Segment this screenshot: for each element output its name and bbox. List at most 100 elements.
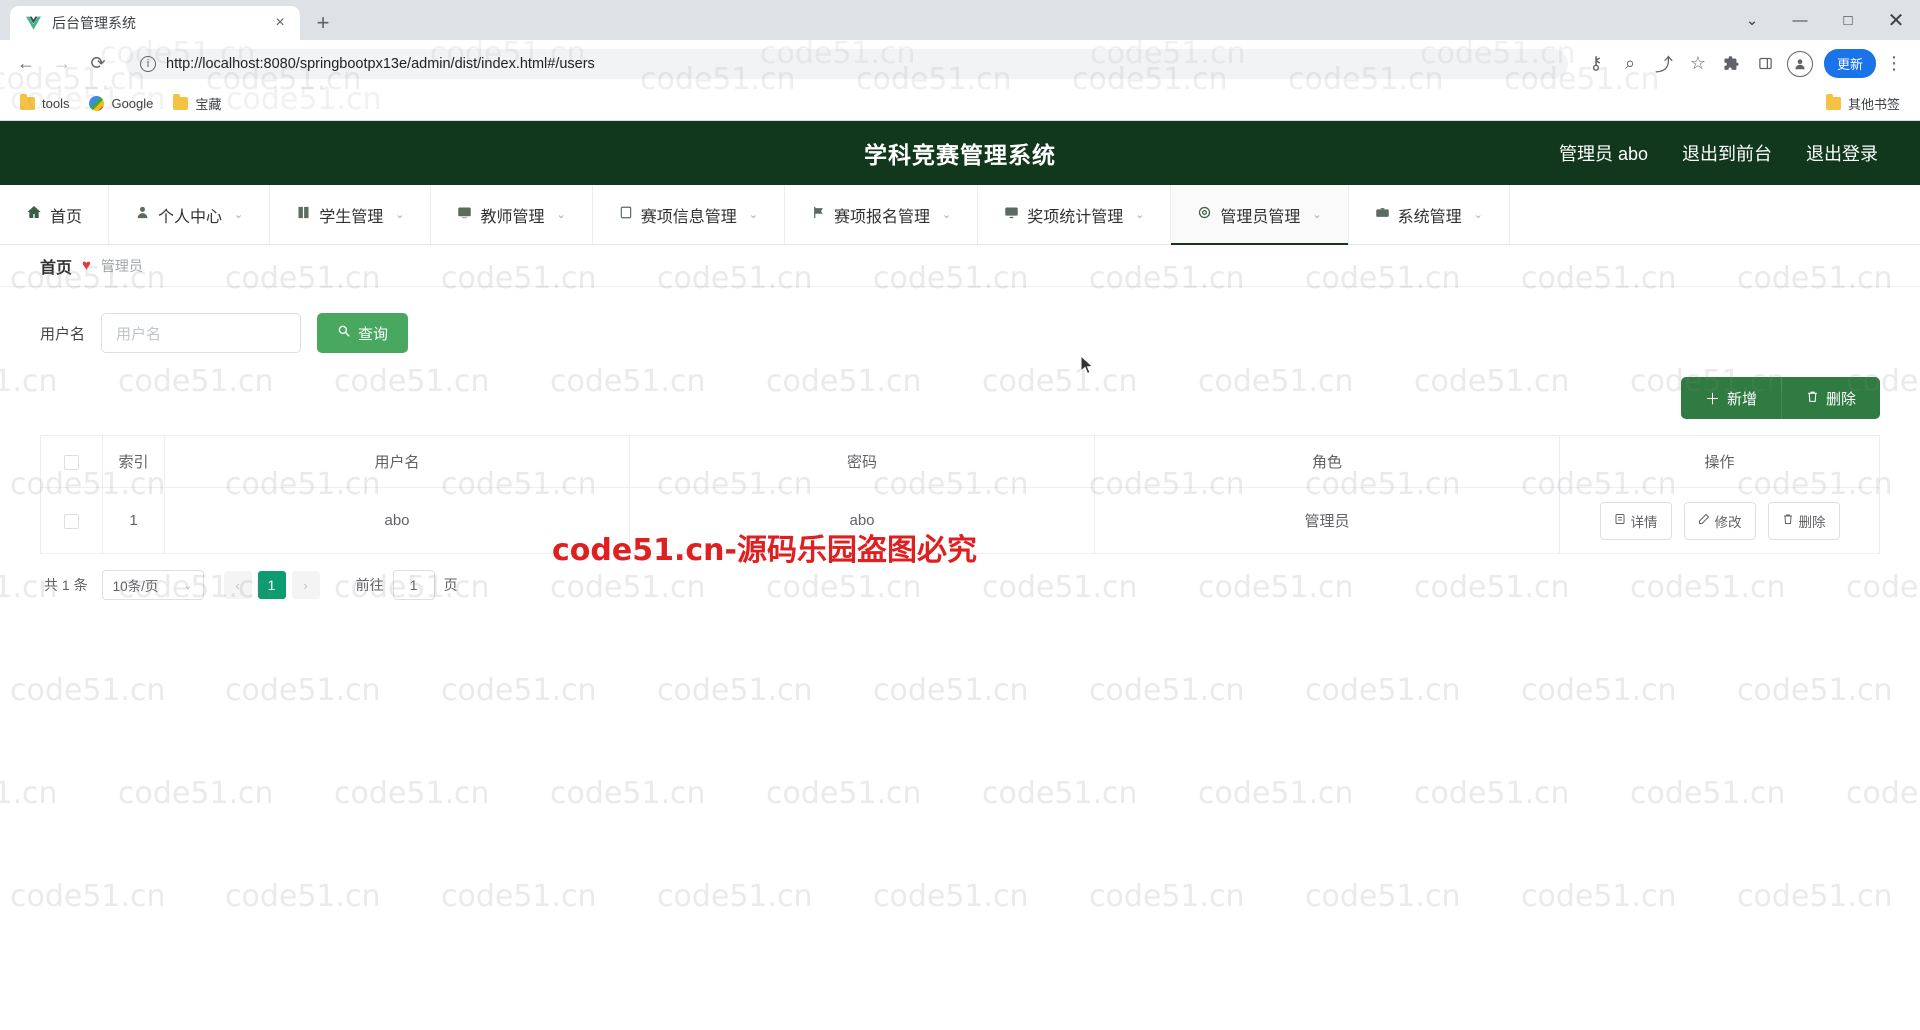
watermark-text: code51.cn — [1521, 879, 1677, 914]
cell-role: 管理员 — [1094, 487, 1560, 554]
breadcrumb: 首页 ♥ 管理员 — [0, 245, 1920, 287]
breadcrumb-home[interactable]: 首页 — [40, 254, 72, 278]
nav-item-teacher-management[interactable]: 教师管理 ⌄ — [431, 185, 593, 244]
nav-item-admin-management[interactable]: 管理员管理 ⌄ — [1171, 185, 1349, 245]
site-info-icon[interactable]: i — [140, 55, 156, 72]
nav-label: 管理员管理 — [1220, 208, 1301, 226]
detail-icon — [1614, 513, 1626, 528]
nav-item-student-management[interactable]: 学生管理 ⌄ — [270, 185, 432, 244]
reload-icon[interactable]: ⟳ — [82, 48, 114, 80]
red-watermark-notice: code51.cn-源码乐园盗图必究 — [552, 533, 977, 568]
browser-tab[interactable]: 后台管理系统 × — [10, 6, 300, 40]
nav-item-competition-info[interactable]: 赛项信息管理 ⌄ — [593, 185, 785, 244]
page-size-select[interactable]: 10条/页 ⌄ — [101, 570, 204, 600]
row-action-buttons: 详情 修改 删除 — [1560, 501, 1879, 540]
new-tab-button[interactable]: + — [306, 6, 340, 40]
delete-button[interactable]: 删除 — [1767, 501, 1840, 540]
go-to-frontend-link[interactable]: 退出到前台 — [1682, 140, 1772, 166]
nav-label: 系统管理 — [1397, 208, 1462, 226]
nav-item-personal-center[interactable]: 个人中心 ⌄ — [109, 185, 271, 244]
app-header: 学科竞赛管理系统 管理员 abo 退出到前台 退出登录 — [0, 121, 1920, 185]
window-close-button[interactable]: ✕ — [1872, 0, 1920, 40]
search-icon — [337, 324, 351, 342]
gear-icon — [1197, 205, 1212, 225]
search-form: 用户名 用户名 查询 — [40, 287, 1880, 363]
back-icon[interactable]: ← — [10, 48, 42, 80]
home-icon — [26, 204, 42, 225]
minimize-button[interactable]: — — [1776, 0, 1824, 40]
chevron-down-icon: ⌄ — [941, 209, 952, 221]
trash-icon — [1806, 390, 1819, 407]
extensions-icon[interactable] — [1716, 48, 1748, 80]
search-input[interactable]: 用户名 — [101, 313, 302, 353]
detail-button[interactable]: 详情 — [1599, 501, 1672, 540]
search-input-placeholder: 用户名 — [116, 325, 162, 343]
nav-label: 首页 — [50, 208, 83, 226]
watermark-text: code51.cn — [766, 776, 922, 811]
watermark-text: code51.cn — [1305, 673, 1461, 708]
chevron-down-icon[interactable]: ⌄ — [1728, 0, 1776, 40]
column-header-index: 索引 — [102, 435, 165, 488]
row-checkbox[interactable] — [64, 513, 79, 529]
goto-page: 前往 1 页 — [356, 570, 458, 600]
zoom-icon[interactable]: ⌕ — [1614, 48, 1646, 80]
forward-icon[interactable]: → — [46, 48, 78, 80]
nav-item-system-management[interactable]: 系统管理 ⌄ — [1349, 185, 1510, 244]
monitor-icon — [1004, 205, 1019, 225]
nav-item-home[interactable]: 首页 — [0, 185, 110, 244]
watermark-text: code51.cn — [657, 673, 813, 708]
bookmark-star-icon[interactable]: ☆ — [1682, 48, 1714, 80]
nav-label: 赛项信息管理 — [640, 208, 737, 226]
application-viewport: 学科竞赛管理系统 管理员 abo 退出到前台 退出登录 首页 个人中心 ⌄ 学生… — [0, 121, 1920, 995]
next-page-button[interactable]: › — [291, 571, 320, 599]
chevron-down-icon: ⌄ — [395, 209, 405, 221]
bookmark-item-google[interactable]: Google — [81, 92, 161, 115]
batch-delete-label: 删除 — [1825, 390, 1856, 408]
watermark-text: code51.cn — [1089, 879, 1245, 914]
nav-label: 个人中心 — [158, 208, 223, 226]
side-panel-icon[interactable] — [1750, 48, 1782, 80]
folder-icon — [173, 94, 189, 110]
maximize-button[interactable]: □ — [1824, 0, 1872, 40]
share-icon[interactable]: ⤴ — [1648, 48, 1680, 80]
other-bookmarks-button[interactable]: 其他书签 — [1818, 90, 1908, 117]
close-icon[interactable]: × — [270, 13, 290, 33]
goto-page-input[interactable]: 1 — [392, 570, 435, 600]
bookmark-item-baozang[interactable]: 宝藏 — [165, 90, 229, 117]
page-size-value: 10条/页 — [112, 579, 159, 594]
watermark-text: code51.cn — [225, 673, 381, 708]
select-all-checkbox[interactable] — [64, 454, 79, 470]
nav-item-award-statistics[interactable]: 奖项统计管理 ⌄ — [978, 185, 1172, 244]
flag-icon — [811, 205, 826, 225]
header-links: 管理员 abo 退出到前台 退出登录 — [1559, 121, 1878, 185]
logout-link[interactable]: 退出登录 — [1806, 140, 1878, 166]
action-button-group: ＋ 新增 删除 — [1680, 377, 1880, 419]
table-header-row: 索引 用户名 密码 角色 操作 — [40, 435, 1880, 488]
add-button-label: 新增 — [1726, 390, 1757, 408]
nav-label: 学生管理 — [319, 208, 384, 226]
search-button[interactable]: 查询 — [317, 313, 409, 353]
detail-label: 详情 — [1630, 514, 1658, 530]
page-number-1[interactable]: 1 — [257, 571, 286, 599]
profile-avatar[interactable] — [1784, 48, 1816, 80]
row-select-cell[interactable] — [40, 487, 103, 554]
prev-page-button[interactable]: ‹ — [223, 571, 252, 599]
chevron-down-icon: ⌄ — [234, 209, 244, 221]
address-bar[interactable]: i http://localhost:8080/springbootpx13e/… — [126, 48, 1568, 79]
browser-menu-icon[interactable]: ⋮ — [1878, 48, 1910, 80]
goto-label: 前往 — [355, 577, 384, 593]
update-button[interactable]: 更新 — [1823, 49, 1876, 78]
nav-item-competition-signup[interactable]: 赛项报名管理 ⌄ — [785, 185, 979, 244]
bookmark-item-tools[interactable]: tools — [12, 92, 77, 115]
add-button[interactable]: ＋ 新增 — [1680, 377, 1781, 419]
delete-label: 删除 — [1798, 514, 1826, 530]
bookmark-label: tools — [42, 96, 70, 111]
watermark-text: code51.cn — [1630, 776, 1786, 811]
batch-delete-button[interactable]: 删除 — [1780, 377, 1880, 419]
total-count-label: 共 1 条 — [44, 577, 88, 593]
screenshot-root: 后台管理系统 × + ⌄ — □ ✕ ← → ⟳ i http://localh… — [0, 0, 1920, 1030]
user-icon — [135, 205, 150, 225]
select-all-header[interactable] — [40, 435, 103, 488]
edit-button[interactable]: 修改 — [1683, 501, 1756, 540]
password-key-icon[interactable]: ⚷ — [1580, 48, 1612, 80]
